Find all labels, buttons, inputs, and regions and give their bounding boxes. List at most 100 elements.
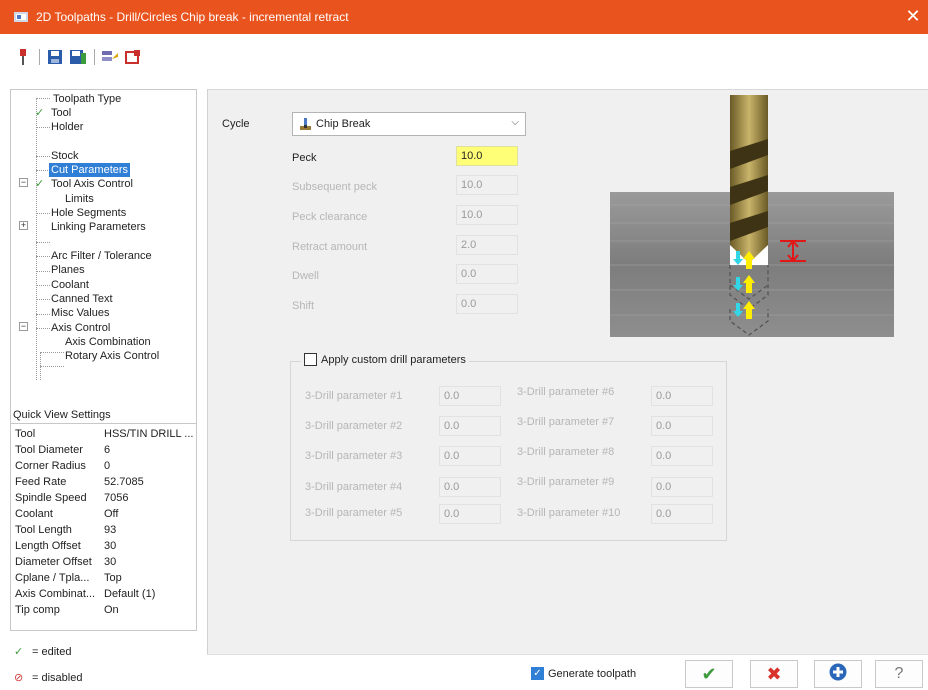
close-button[interactable]: ✕ [902,6,924,28]
qv-name: Length Offset [15,540,81,552]
drill-param-3-input[interactable]: 0.0 [439,446,501,466]
tree-item-arc-filter[interactable]: Arc Filter / Tolerance [51,249,152,263]
help-button[interactable]: ? [875,660,923,688]
tree-item-hole-segments[interactable]: Hole Segments [51,206,126,220]
tree-item-limits[interactable]: Limits [65,192,94,206]
tree-item-misc-values[interactable]: Misc Values [51,306,109,320]
cycle-select[interactable]: Chip Break ⌵ [292,112,526,136]
generate-toolpath-checkbox[interactable]: ✓ [531,667,544,680]
plus-icon [829,663,847,686]
retract-amount-label: Retract amount [292,241,368,253]
legend-disabled-label: = disabled [32,672,83,684]
collapse-icon[interactable]: − [19,322,28,331]
retract-amount-input[interactable]: 2.0 [456,235,518,255]
drill-param-4-label: 3-Drill parameter #4 [305,481,403,493]
edited-check-icon: ✓ [35,178,45,190]
save-icon[interactable] [46,48,64,66]
subsequent-peck-input[interactable]: 10.0 [456,175,518,195]
ok-button[interactable]: ✔ [685,660,733,688]
output-icon[interactable] [124,48,142,66]
tree-connector [36,242,50,243]
drill-param-9-input[interactable]: 0.0 [651,477,713,497]
quick-view-panel: Tool HSS/TIN DRILL ... Tool Diameter 6 Cor… [10,423,197,631]
peck-clearance-input[interactable]: 10.0 [456,205,518,225]
qv-value: 30 [104,540,117,552]
shift-input[interactable]: 0.0 [456,294,518,314]
tree-connector [36,98,50,99]
tree-item-cut-parameters[interactable]: Cut Parameters [49,163,131,177]
tree-item-axis-combination[interactable]: Axis Combination [65,335,151,349]
disabled-icon: ⊘ [14,672,24,684]
drill-param-5-label: 3-Drill parameter #5 [305,507,403,519]
tree-item-rotary-axis-control[interactable]: Rotary Axis Control [65,349,159,363]
drill-param-7-input[interactable]: 0.0 [651,416,713,436]
tree-connector [36,256,50,257]
drill-param-10-input[interactable]: 0.0 [651,504,713,524]
tree-connector [36,285,50,286]
qv-name: Feed Rate [15,476,67,488]
qv-name: Tip comp [15,604,60,616]
drill-param-1-input[interactable]: 0.0 [439,386,501,406]
drill-param-9-label: 3-Drill parameter #9 [517,476,615,488]
drill-param-5-input[interactable]: 0.0 [439,504,501,524]
drill-param-8-input[interactable]: 0.0 [651,446,713,466]
pin-icon[interactable] [14,48,32,66]
title-bar: 2D Toolpaths - Drill/Circles Chip break … [0,0,928,34]
qv-value: Off [104,508,119,520]
tree-item-tool-axis-control[interactable]: Tool Axis Control [51,177,133,191]
peck-label: Peck [292,152,317,164]
qv-name: Corner Radius [15,460,86,472]
tree-item-canned-text[interactable]: Canned Text [51,292,113,306]
tree-connector [36,328,50,329]
legend-edited: ✓ = edited [14,644,71,660]
drill-param-2-label: 3-Drill parameter #2 [305,420,403,432]
custom-drill-toggle[interactable]: Apply custom drill parameters [301,353,469,366]
dwell-input[interactable]: 0.0 [456,264,518,284]
drill-param-7-label: 3-Drill parameter #7 [517,416,615,428]
tree-item-planes[interactable]: Planes [51,263,85,277]
cut-parameters-panel: Cycle Chip Break ⌵ Peck 10.0 Subsequent … [207,89,928,654]
tree-connector [40,352,64,353]
qv-value: On [104,604,119,616]
tree-item-axis-control[interactable]: Axis Control [51,321,110,335]
quick-view-row: Length Offset 30 [15,538,116,554]
tree-item-holder[interactable]: Holder [51,120,83,134]
toolbar [0,34,928,80]
qv-value: 7056 [104,492,129,504]
quick-view-row: Diameter Offset 30 [15,554,116,570]
expand-icon[interactable]: + [19,221,28,230]
check-icon: ✔ [701,663,717,684]
qv-value: HSS/TIN DRILL ... [104,428,194,440]
save-as-icon[interactable] [69,48,87,66]
cycle-select-value: Chip Break [316,118,371,130]
tree-connector [40,366,64,367]
sidebar: Toolpath Type ✓ Tool Holder Stock Cut Pa… [0,80,207,690]
tree-connector [36,170,50,171]
chip-break-illustration [610,95,894,337]
tree-item-coolant[interactable]: Coolant [51,278,89,292]
tree-item-tool[interactable]: Tool [51,106,71,120]
legend-edited-label: = edited [32,646,72,658]
generate-toolpath-label: Generate toolpath [548,667,637,680]
generate-toolpath-toggle[interactable]: ✓ Generate toolpath [531,667,636,680]
tree-item-stock[interactable]: Stock [51,149,79,163]
collapse-icon[interactable]: − [19,178,28,187]
custom-drill-checkbox[interactable] [304,353,317,366]
qv-name: Spindle Speed [15,492,87,504]
qv-value: 52.7085 [104,476,144,488]
peck-clearance-label: Peck clearance [292,211,368,223]
tree-item-linking-parameters[interactable]: Linking Parameters [51,220,146,234]
drill-param-6-input[interactable]: 0.0 [651,386,713,406]
tree-connector [36,127,50,128]
tree-item-toolpath-type[interactable]: Toolpath Type [53,92,121,106]
peck-input[interactable]: 10.0 [456,146,518,166]
drill-param-4-input[interactable]: 0.0 [439,477,501,497]
qv-value: 30 [104,556,117,568]
shift-label: Shift [292,300,315,312]
window-title: 2D Toolpaths - Drill/Circles Chip break … [36,10,349,24]
tool-edit-icon[interactable] [101,48,119,66]
apply-button[interactable] [814,660,862,688]
drill-param-2-input[interactable]: 0.0 [439,416,501,436]
cancel-button[interactable]: ✖ [750,660,798,688]
qv-name: Cplane / Tpla... [15,572,90,584]
